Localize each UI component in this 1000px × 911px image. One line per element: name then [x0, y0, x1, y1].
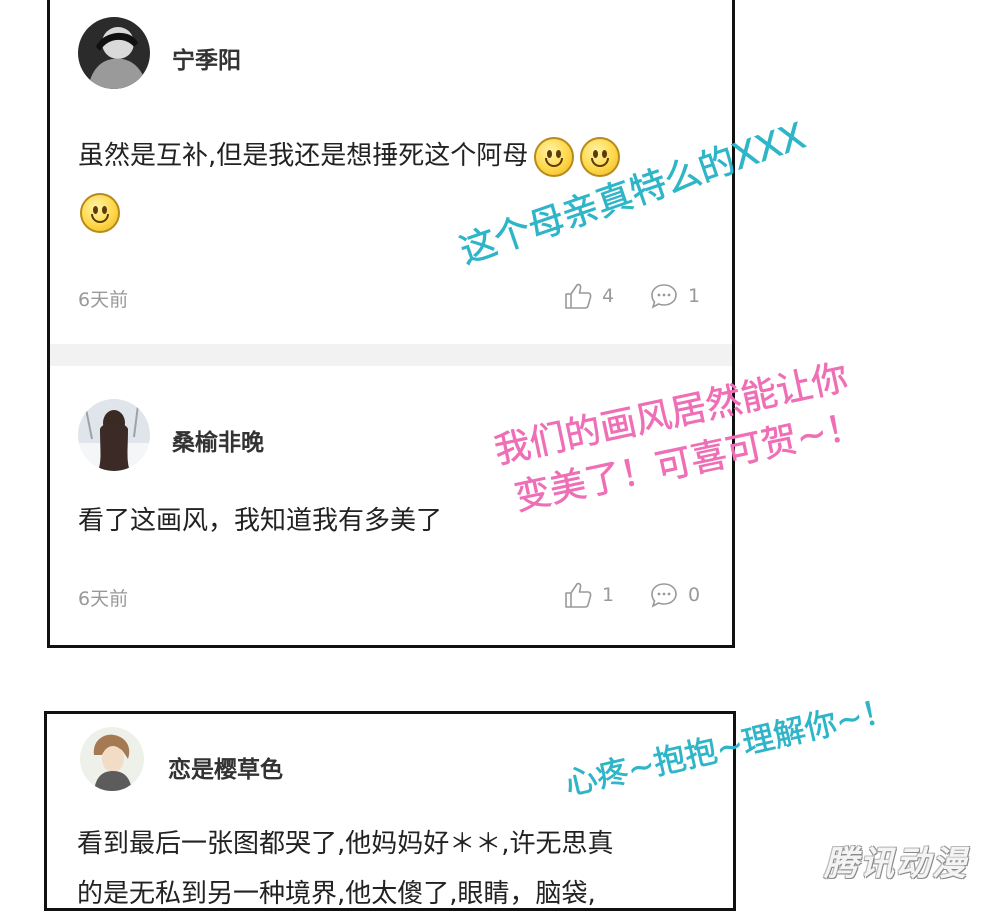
- comment-text: 看到最后一张图都哭了,他妈妈好＊＊,许无思真 的是无私到另一种境界,他太傻了,眼…: [77, 819, 614, 909]
- comment-bubble-icon: [651, 284, 677, 309]
- timestamp: 6天前: [78, 588, 129, 610]
- comment-card: 宁季阳 虽然是互补,但是我还是想捶死这个阿母 6天前 4 1 桑榆非晚 看了这画…: [47, 0, 735, 648]
- avatar[interactable]: [78, 17, 150, 89]
- like-count: 4: [602, 285, 615, 307]
- reply-count: 1: [688, 285, 701, 307]
- reply-count: 0: [688, 584, 701, 606]
- smile-emoji-icon: [80, 192, 120, 233]
- comment-bubble-icon: [651, 583, 677, 608]
- smile-emoji-icon: [534, 136, 575, 177]
- like-count: 1: [602, 584, 615, 606]
- username[interactable]: 恋是樱草色: [168, 750, 283, 784]
- thumbs-up-icon: [565, 582, 592, 608]
- comment-text-line: 的是无私到另一种境界,他太傻了,眼睛，脑袋,: [77, 879, 596, 909]
- reply-button[interactable]: 0: [650, 582, 700, 608]
- divider: [50, 344, 732, 366]
- username[interactable]: 宁季阳: [172, 41, 241, 75]
- reply-button[interactable]: 1: [650, 283, 700, 309]
- thumbs-up-icon: [565, 283, 592, 309]
- like-button[interactable]: 4: [564, 283, 614, 309]
- timestamp: 6天前: [78, 289, 129, 311]
- avatar[interactable]: [78, 399, 150, 471]
- comment-text: 看了这画风，我知道我有多美了: [78, 506, 443, 536]
- comment-text-content: 虽然是互补,但是我还是想捶死这个阿母: [78, 141, 529, 171]
- like-button[interactable]: 1: [564, 582, 614, 608]
- avatar[interactable]: [80, 727, 144, 791]
- comment-card: 恋是樱草色 看到最后一张图都哭了,他妈妈好＊＊,许无思真 的是无私到另一种境界,…: [44, 711, 736, 911]
- watermark-logo: 腾讯动漫: [824, 844, 968, 884]
- username[interactable]: 桑榆非晚: [172, 423, 264, 457]
- comment-text-line: 看到最后一张图都哭了,他妈妈好＊＊,许无思真: [77, 829, 614, 859]
